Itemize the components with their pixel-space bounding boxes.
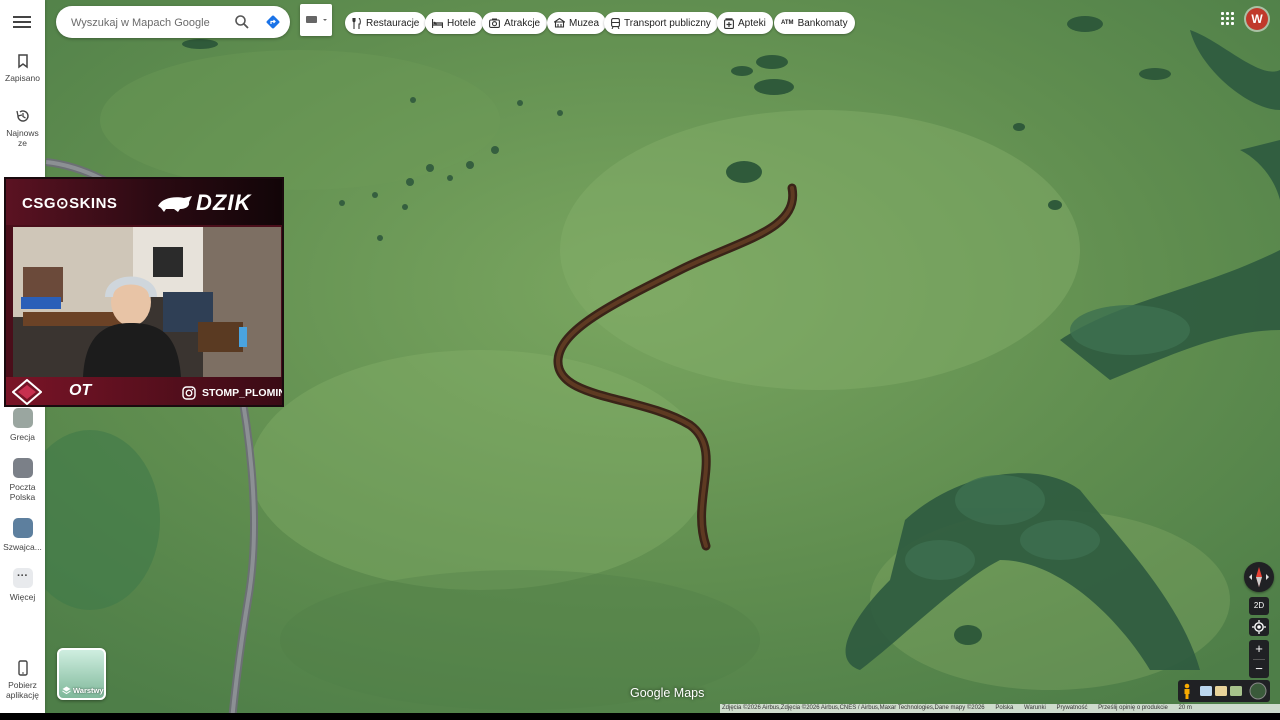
chip-label: Bankomaty [797,17,848,29]
country-link[interactable]: Polska [995,705,1013,711]
recent-place-thumbnail [12,408,33,428]
rail-get-app[interactable]: Pobierz aplikację [0,660,45,700]
input-tools-button[interactable] [300,4,332,36]
terms-link[interactable]: Warunki [1024,705,1046,711]
compass-button[interactable] [1244,562,1274,592]
chip-label: Apteki [738,17,766,29]
chip-label: Restauracje [366,17,420,29]
recent-place-label: Poczta Polska [9,482,36,502]
chip-label: Muzea [569,17,600,29]
boar-icon [158,196,192,212]
bottom-black-bar [0,713,1280,720]
history-icon [15,110,29,122]
chip-attractions[interactable]: Atrakcje [482,12,548,34]
google-maps-watermark: Google Maps [630,686,705,700]
menu-icon-bar [13,16,31,18]
museum-icon [554,18,565,28]
privacy-link[interactable]: Prywatność [1056,705,1087,711]
recent-place-label: Szwajca... [3,542,42,552]
bookmark-icon [17,54,28,69]
map-type-bar [1178,680,1270,702]
more-icon: ··· [12,568,33,588]
recent-place-thumbnail [12,458,33,478]
my-location-icon [1252,620,1266,634]
instagram-icon [182,386,196,400]
layers-button[interactable]: Warstwy [57,648,106,700]
recent-place-item[interactable]: Poczta Polska [0,458,45,502]
chip-transit[interactable]: Transport publiczny [604,12,718,34]
directions-icon[interactable] [265,14,281,30]
recent-place-label: Grecja [9,432,36,442]
zoom-in-button[interactable]: + [1249,640,1269,659]
rail-saved[interactable]: Zapisano [0,53,45,83]
toggle-2d-button[interactable]: 2D [1249,597,1269,615]
recent-place-item[interactable]: Grecja [0,408,45,442]
imagery-attribution: Zdjęcia ©2026 Airbus,Zdjęcia ©2026 Airbu… [722,705,985,711]
chip-hotels[interactable]: Hotele [425,12,483,34]
compass-icon [1249,567,1269,587]
atm-icon: ATM [781,20,794,26]
rail-more[interactable]: ··· Więcej [0,568,45,602]
menu-icon-bar [13,21,31,23]
search-box [56,6,290,38]
rail-recent-label: Najnowsze [6,128,39,148]
rail-recent[interactable]: Najnowsze [0,108,45,148]
rail-more-label: Więcej [9,592,36,602]
account-avatar[interactable]: W [1246,8,1268,30]
pegman-icon [1184,683,1190,699]
camera-icon [489,18,500,28]
menu-button[interactable] [11,13,33,31]
keyboard-icon [306,16,327,23]
search-input[interactable] [69,14,223,32]
chip-restaurants[interactable]: Restauracje [345,12,427,34]
map-type-strip [1184,682,1267,700]
transit-icon [611,17,620,29]
chip-label: Atrakcje [504,17,541,29]
chip-museums[interactable]: Muzea [547,12,607,34]
webcam-feed [13,227,281,377]
recent-place-thumbnail [12,518,33,538]
chip-label: Transport publiczny [624,17,711,29]
my-location-button[interactable] [1249,618,1269,636]
phone-icon [17,660,28,676]
instagram-handle: STOMP_PLOMINSKI [202,387,282,399]
brand-logo: DZIK [196,190,252,215]
hotel-icon [432,18,443,28]
rail-saved-label: Zapisano [5,73,40,83]
sponsor-logo: CSG⊙SKINS [22,195,118,212]
restaurant-icon [352,17,361,29]
webcam-overlay: CSG⊙SKINS DZIK OT STOMP_PLOMINSKI [4,177,284,407]
search-icon[interactable] [234,14,250,30]
chip-pharmacies[interactable]: Apteki [717,12,773,34]
rail-get-app-label: Pobierz aplikację [5,680,40,700]
zoom-out-button[interactable]: − [1249,660,1269,679]
layers-label: Warstwy [73,686,104,695]
pharmacy-icon [724,17,734,29]
map-footer: Zdjęcia ©2026 Airbus,Zdjęcia ©2026 Airbu… [720,704,1280,713]
chip-label: Hotele [447,17,476,29]
scale-label[interactable]: 20 m [1179,705,1192,711]
zoom-controls: + − [1249,640,1269,678]
team-badge: OT [69,382,92,399]
recent-place-item[interactable]: Szwajca... [0,518,45,552]
layers-label-wrap: Warstwy [62,686,104,695]
layers-icon [62,686,71,695]
diamond-logo-icon [12,379,42,405]
google-apps-button[interactable] [1221,12,1235,26]
feedback-link[interactable]: Prześlij opinię o produkcie [1098,705,1168,711]
chip-atms[interactable]: ATM Bankomaty [774,12,855,34]
menu-icon-bar [13,26,31,28]
